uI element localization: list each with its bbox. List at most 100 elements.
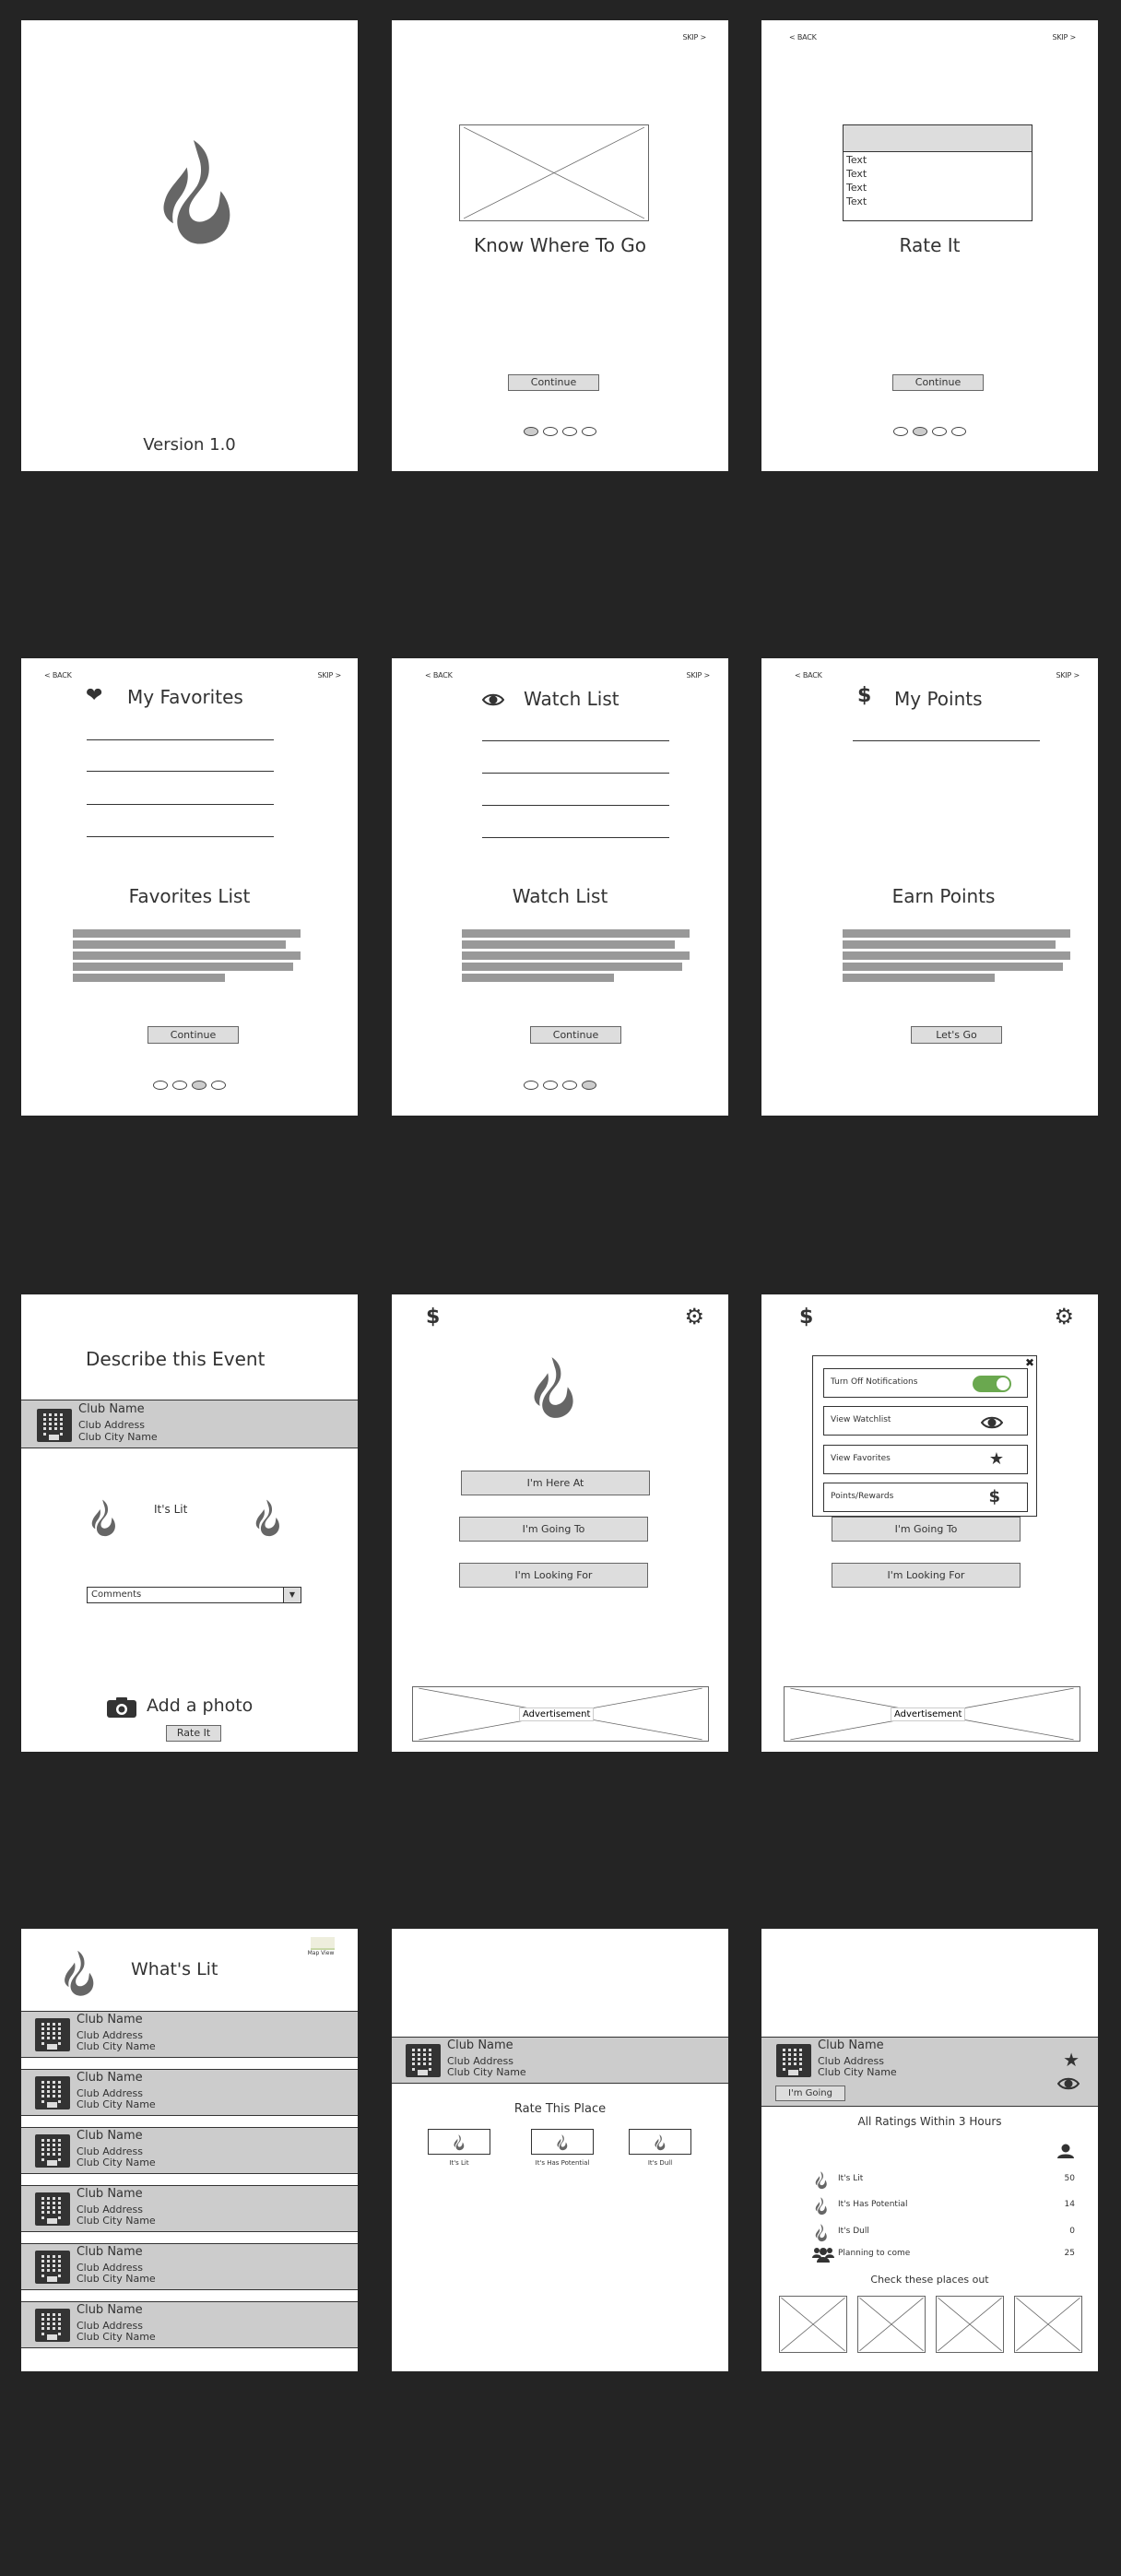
menu-item-watchlist[interactable]: View Watchlist [823, 1406, 1028, 1436]
im-going-button[interactable]: I'm Going [775, 2086, 845, 2101]
stat-label: Planning to come [838, 2249, 911, 2258]
rate-option-potential[interactable] [531, 2129, 594, 2155]
rate-it-button[interactable]: Rate It [166, 1725, 221, 1742]
map-view-button[interactable]: Map View [302, 1937, 339, 1956]
continue-button[interactable]: Continue [148, 1026, 239, 1044]
add-photo-label[interactable]: Add a photo [147, 1696, 253, 1716]
skip-link[interactable]: SKIP > [1052, 33, 1076, 41]
stat-value: 14 [1064, 2200, 1075, 2209]
page-dot[interactable] [153, 1081, 168, 1090]
back-link[interactable]: < BACK [795, 671, 822, 679]
page-dot[interactable] [582, 427, 596, 436]
club-city: Club City Name [447, 2066, 526, 2078]
gear-icon[interactable]: ⚙ [1054, 1304, 1074, 1329]
page-dot[interactable] [582, 1081, 596, 1090]
club-card[interactable]: Club Name Club Address Club City Name [392, 2037, 728, 2084]
text-placeholder-line [843, 951, 1070, 960]
page-dot[interactable] [543, 1081, 558, 1090]
menu-item-favorites[interactable]: View Favorites ★ [823, 1445, 1028, 1474]
club-list-item[interactable]: Club Name Club Address Club City Name [21, 2011, 358, 2058]
text-placeholder-line [73, 974, 225, 982]
page-dot[interactable] [524, 1081, 538, 1090]
close-icon[interactable]: ✖ [1025, 1356, 1034, 1369]
gear-icon[interactable]: ⚙ [684, 1304, 704, 1329]
page-dot[interactable] [951, 427, 966, 436]
page-dot[interactable] [562, 427, 577, 436]
flame-icon[interactable] [89, 1499, 123, 1538]
text-placeholder-line [73, 929, 301, 938]
divider [87, 771, 274, 772]
club-list-item[interactable]: Club Name Club Address Club City Name [21, 2301, 358, 2348]
suggested-place-thumbnail[interactable] [779, 2296, 847, 2353]
flame-icon [654, 2134, 668, 2151]
stat-label: It's Has Potential [838, 2200, 908, 2209]
list-item[interactable]: Text [844, 153, 1032, 167]
list-header [844, 125, 1032, 152]
advertisement-banner[interactable]: Advertisement [412, 1686, 709, 1742]
continue-button[interactable]: Continue [530, 1026, 621, 1044]
suggested-place-thumbnail[interactable] [936, 2296, 1004, 2353]
page-dot[interactable] [893, 427, 908, 436]
text-placeholder-line [843, 929, 1070, 938]
header-title: Watch List [524, 688, 620, 710]
screen-onboard-watch: < BACK SKIP > Watch List Watch List Cont… [392, 658, 728, 1116]
page-dot[interactable] [192, 1081, 206, 1090]
star-icon[interactable]: ★ [1063, 2049, 1080, 2071]
suggested-place-thumbnail[interactable] [1014, 2296, 1082, 2353]
club-card[interactable]: Club Name Club Address Club City Name I'… [761, 2037, 1098, 2107]
club-name: Club Name [818, 2038, 884, 2052]
flame-logo-icon [161, 138, 246, 249]
page-dot[interactable] [562, 1081, 577, 1090]
flame-icon[interactable] [254, 1499, 287, 1538]
eye-icon[interactable] [1057, 2077, 1080, 2090]
back-link[interactable]: < BACK [44, 671, 72, 679]
page-dot[interactable] [211, 1081, 226, 1090]
notifications-toggle[interactable] [973, 1376, 1011, 1392]
club-list-item[interactable]: Club Name Club Address Club City Name [21, 2185, 358, 2232]
list-item[interactable]: Text [844, 167, 1032, 181]
list-item[interactable]: Text [844, 181, 1032, 195]
menu-item-notifications[interactable]: Turn Off Notifications [823, 1368, 1028, 1398]
going-to-button[interactable]: I'm Going To [832, 1517, 1021, 1542]
back-link[interactable]: < BACK [789, 33, 817, 41]
list-item[interactable]: Text [844, 195, 1032, 208]
skip-link[interactable]: SKIP > [686, 671, 710, 679]
club-list-item[interactable]: Club Name Club Address Club City Name [21, 2069, 358, 2116]
chevron-down-icon[interactable]: ▼ [283, 1588, 301, 1602]
rate-option-dull[interactable] [629, 2129, 691, 2155]
suggested-place-thumbnail[interactable] [857, 2296, 926, 2353]
text-placeholder-line [843, 963, 1063, 971]
club-name: Club Name [77, 2129, 143, 2143]
divider [482, 837, 669, 838]
dollar-icon[interactable]: $ [799, 1306, 813, 1329]
divider [87, 836, 274, 837]
rate-option-lit[interactable] [428, 2129, 490, 2155]
club-list-item[interactable]: Club Name Club Address Club City Name [21, 2243, 358, 2290]
page-dot[interactable] [172, 1081, 187, 1090]
menu-item-label: View Watchlist [831, 1415, 891, 1424]
page-dot[interactable] [932, 427, 947, 436]
dollar-icon[interactable]: $ [426, 1306, 440, 1329]
skip-link[interactable]: SKIP > [317, 671, 341, 679]
skip-link[interactable]: SKIP > [682, 33, 706, 41]
club-card[interactable]: Club Name Club Address Club City Name [21, 1400, 358, 1448]
continue-button[interactable]: Continue [892, 374, 984, 391]
menu-item-points[interactable]: Points/Rewards $ [823, 1483, 1028, 1512]
looking-for-button[interactable]: I'm Looking For [459, 1563, 648, 1588]
page-dot[interactable] [913, 427, 927, 436]
back-link[interactable]: < BACK [425, 671, 453, 679]
here-at-button[interactable]: I'm Here At [461, 1471, 650, 1495]
club-city: Club City Name [77, 2157, 156, 2168]
continue-button[interactable]: Continue [508, 374, 599, 391]
comments-dropdown[interactable]: Comments ▼ [87, 1587, 301, 1603]
skip-link[interactable]: SKIP > [1056, 671, 1080, 679]
camera-icon[interactable] [107, 1697, 136, 1718]
divider [482, 773, 669, 774]
page-dot[interactable] [543, 427, 558, 436]
club-list-item[interactable]: Club Name Club Address Club City Name [21, 2127, 358, 2174]
going-to-button[interactable]: I'm Going To [459, 1517, 648, 1542]
lets-go-button[interactable]: Let's Go [911, 1026, 1002, 1044]
page-dot[interactable] [524, 427, 538, 436]
looking-for-button[interactable]: I'm Looking For [832, 1563, 1021, 1588]
advertisement-banner[interactable]: Advertisement [784, 1686, 1080, 1742]
